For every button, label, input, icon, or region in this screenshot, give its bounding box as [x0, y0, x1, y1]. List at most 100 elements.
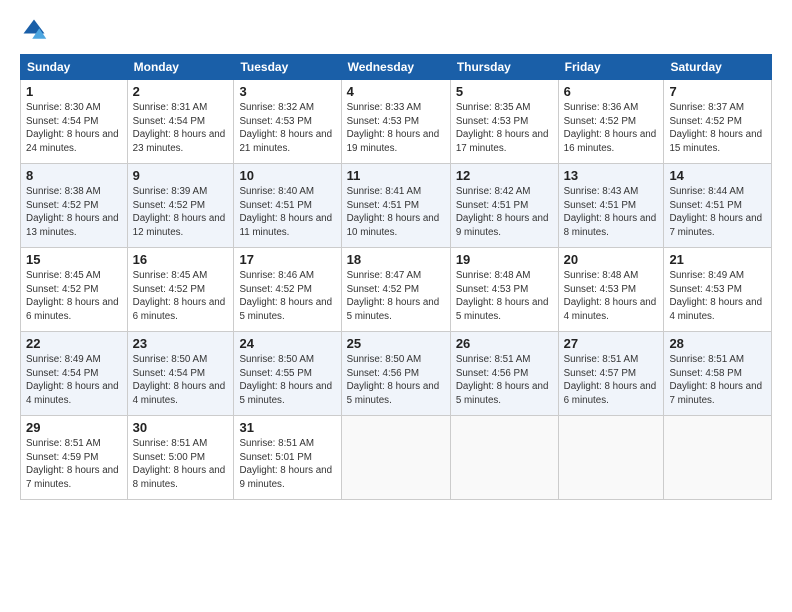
day-number: 18: [347, 252, 445, 267]
calendar-cell: 27 Sunrise: 8:51 AMSunset: 4:57 PMDayligh…: [558, 332, 664, 416]
day-number: 9: [133, 168, 229, 183]
weekday-header-thursday: Thursday: [450, 55, 558, 80]
day-info: Sunrise: 8:47 AMSunset: 4:52 PMDaylight:…: [347, 269, 445, 324]
day-info: Sunrise: 8:45 AMSunset: 4:52 PMDaylight:…: [26, 269, 122, 324]
day-info: Sunrise: 8:51 AMSunset: 5:00 PMDaylight:…: [133, 437, 229, 492]
day-number: 19: [456, 252, 553, 267]
calendar-cell: 14 Sunrise: 8:44 AMSunset: 4:51 PMDayligh…: [664, 164, 772, 248]
weekday-header-monday: Monday: [127, 55, 234, 80]
calendar-cell: 13 Sunrise: 8:43 AMSunset: 4:51 PMDayligh…: [558, 164, 664, 248]
calendar-week-3: 15 Sunrise: 8:45 AMSunset: 4:52 PMDayligh…: [21, 248, 772, 332]
day-info: Sunrise: 8:45 AMSunset: 4:52 PMDaylight:…: [133, 269, 229, 324]
page: SundayMondayTuesdayWednesdayThursdayFrid…: [0, 0, 792, 612]
day-info: Sunrise: 8:49 AMSunset: 4:53 PMDaylight:…: [669, 269, 766, 324]
calendar-cell: 8 Sunrise: 8:38 AMSunset: 4:52 PMDaylight…: [21, 164, 128, 248]
calendar-cell: 16 Sunrise: 8:45 AMSunset: 4:52 PMDayligh…: [127, 248, 234, 332]
day-number: 26: [456, 336, 553, 351]
calendar-cell: 20Sunrise: 8:48 AMSunset: 4:53 PMDayligh…: [558, 248, 664, 332]
calendar-cell: 26Sunrise: 8:51 AMSunset: 4:56 PMDayligh…: [450, 332, 558, 416]
day-info: Sunrise: 8:30 AMSunset: 4:54 PMDaylight:…: [26, 101, 122, 156]
day-number: 12: [456, 168, 553, 183]
calendar-cell: [664, 416, 772, 500]
day-number: 4: [347, 84, 445, 99]
day-number: 3: [239, 84, 335, 99]
day-number: 27: [564, 336, 659, 351]
day-number: 16: [133, 252, 229, 267]
calendar-cell: 1 Sunrise: 8:30 AMSunset: 4:54 PMDaylight…: [21, 80, 128, 164]
day-info: Sunrise: 8:33 AMSunset: 4:53 PMDaylight:…: [347, 101, 445, 156]
calendar-cell: 15 Sunrise: 8:45 AMSunset: 4:52 PMDayligh…: [21, 248, 128, 332]
calendar-week-2: 8 Sunrise: 8:38 AMSunset: 4:52 PMDaylight…: [21, 164, 772, 248]
logo: [20, 16, 52, 44]
day-info: Sunrise: 8:51 AMSunset: 5:01 PMDaylight:…: [239, 437, 335, 492]
day-number: 6: [564, 84, 659, 99]
calendar-cell: [341, 416, 450, 500]
day-number: 15: [26, 252, 122, 267]
day-info: Sunrise: 8:36 AMSunset: 4:52 PMDaylight:…: [564, 101, 659, 156]
calendar-cell: 22 Sunrise: 8:49 AMSunset: 4:54 PMDayligh…: [21, 332, 128, 416]
logo-icon: [20, 16, 48, 44]
day-number: 17: [239, 252, 335, 267]
weekday-header-tuesday: Tuesday: [234, 55, 341, 80]
day-info: Sunrise: 8:48 AMSunset: 4:53 PMDaylight:…: [456, 269, 553, 324]
day-number: 28: [669, 336, 766, 351]
calendar-cell: 18 Sunrise: 8:47 AMSunset: 4:52 PMDayligh…: [341, 248, 450, 332]
day-info: Sunrise: 8:37 AMSunset: 4:52 PMDaylight:…: [669, 101, 766, 156]
calendar-cell: 7 Sunrise: 8:37 AMSunset: 4:52 PMDaylight…: [664, 80, 772, 164]
calendar-week-1: 1 Sunrise: 8:30 AMSunset: 4:54 PMDaylight…: [21, 80, 772, 164]
weekday-header-saturday: Saturday: [664, 55, 772, 80]
day-number: 24: [239, 336, 335, 351]
day-number: 5: [456, 84, 553, 99]
day-info: Sunrise: 8:31 AMSunset: 4:54 PMDaylight:…: [133, 101, 229, 156]
day-number: 29: [26, 420, 122, 435]
calendar-cell: 25Sunrise: 8:50 AMSunset: 4:56 PMDayligh…: [341, 332, 450, 416]
weekday-header-row: SundayMondayTuesdayWednesdayThursdayFrid…: [21, 55, 772, 80]
weekday-header-sunday: Sunday: [21, 55, 128, 80]
calendar-cell: 17 Sunrise: 8:46 AMSunset: 4:52 PMDayligh…: [234, 248, 341, 332]
calendar-week-5: 29Sunrise: 8:51 AMSunset: 4:59 PMDayligh…: [21, 416, 772, 500]
calendar-cell: 9 Sunrise: 8:39 AMSunset: 4:52 PMDaylight…: [127, 164, 234, 248]
day-info: Sunrise: 8:40 AMSunset: 4:51 PMDaylight:…: [239, 185, 335, 240]
day-info: Sunrise: 8:41 AMSunset: 4:51 PMDaylight:…: [347, 185, 445, 240]
day-number: 21: [669, 252, 766, 267]
weekday-header-wednesday: Wednesday: [341, 55, 450, 80]
day-number: 10: [239, 168, 335, 183]
day-info: Sunrise: 8:48 AMSunset: 4:53 PMDaylight:…: [564, 269, 659, 324]
day-number: 22: [26, 336, 122, 351]
calendar-cell: 5 Sunrise: 8:35 AMSunset: 4:53 PMDaylight…: [450, 80, 558, 164]
day-info: Sunrise: 8:49 AMSunset: 4:54 PMDaylight:…: [26, 353, 122, 408]
day-number: 1: [26, 84, 122, 99]
calendar-cell: 4 Sunrise: 8:33 AMSunset: 4:53 PMDaylight…: [341, 80, 450, 164]
weekday-header-friday: Friday: [558, 55, 664, 80]
header: [20, 16, 772, 44]
day-number: 14: [669, 168, 766, 183]
calendar-cell: 28Sunrise: 8:51 AMSunset: 4:58 PMDayligh…: [664, 332, 772, 416]
day-number: 13: [564, 168, 659, 183]
day-info: Sunrise: 8:50 AMSunset: 4:56 PMDaylight:…: [347, 353, 445, 408]
calendar-cell: [450, 416, 558, 500]
calendar-cell: 10 Sunrise: 8:40 AMSunset: 4:51 PMDayligh…: [234, 164, 341, 248]
day-number: 7: [669, 84, 766, 99]
day-number: 23: [133, 336, 229, 351]
day-number: 30: [133, 420, 229, 435]
calendar-cell: 31 Sunrise: 8:51 AMSunset: 5:01 PMDayligh…: [234, 416, 341, 500]
day-info: Sunrise: 8:46 AMSunset: 4:52 PMDaylight:…: [239, 269, 335, 324]
calendar-cell: 21 Sunrise: 8:49 AMSunset: 4:53 PMDayligh…: [664, 248, 772, 332]
calendar-cell: 3Sunrise: 8:32 AMSunset: 4:53 PMDaylight…: [234, 80, 341, 164]
day-number: 8: [26, 168, 122, 183]
day-info: Sunrise: 8:38 AMSunset: 4:52 PMDaylight:…: [26, 185, 122, 240]
day-info: Sunrise: 8:35 AMSunset: 4:53 PMDaylight:…: [456, 101, 553, 156]
day-info: Sunrise: 8:44 AMSunset: 4:51 PMDaylight:…: [669, 185, 766, 240]
calendar-cell: 30 Sunrise: 8:51 AMSunset: 5:00 PMDayligh…: [127, 416, 234, 500]
day-number: 31: [239, 420, 335, 435]
day-info: Sunrise: 8:51 AMSunset: 4:57 PMDaylight:…: [564, 353, 659, 408]
calendar-cell: 24Sunrise: 8:50 AMSunset: 4:55 PMDayligh…: [234, 332, 341, 416]
calendar-cell: 6 Sunrise: 8:36 AMSunset: 4:52 PMDaylight…: [558, 80, 664, 164]
calendar-cell: 2Sunrise: 8:31 AMSunset: 4:54 PMDaylight…: [127, 80, 234, 164]
day-info: Sunrise: 8:39 AMSunset: 4:52 PMDaylight:…: [133, 185, 229, 240]
calendar-cell: 19 Sunrise: 8:48 AMSunset: 4:53 PMDayligh…: [450, 248, 558, 332]
calendar-cell: 12Sunrise: 8:42 AMSunset: 4:51 PMDayligh…: [450, 164, 558, 248]
calendar-cell: 11Sunrise: 8:41 AMSunset: 4:51 PMDayligh…: [341, 164, 450, 248]
day-info: Sunrise: 8:43 AMSunset: 4:51 PMDaylight:…: [564, 185, 659, 240]
calendar-week-4: 22 Sunrise: 8:49 AMSunset: 4:54 PMDayligh…: [21, 332, 772, 416]
